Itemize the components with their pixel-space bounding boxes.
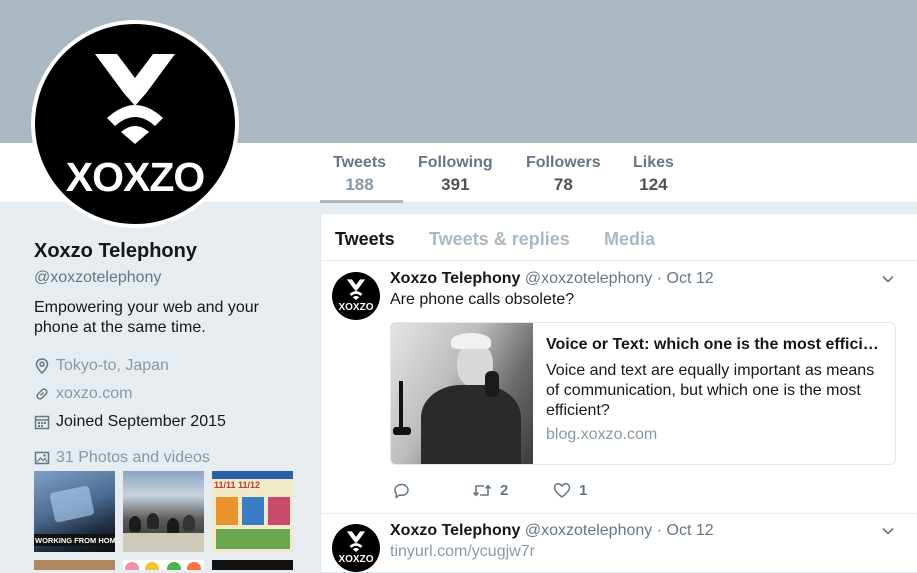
tab-tweets-replies[interactable]: Tweets & replies	[429, 229, 570, 250]
profile-handle[interactable]: @xoxzotelephony	[34, 269, 304, 287]
stat-following[interactable]: Following 391	[418, 154, 493, 195]
timeline: Tweets Tweets & replies Media XOXZO Xoxz…	[320, 213, 917, 573]
photo-thumbnail[interactable]	[123, 560, 204, 570]
tweet-author-handle[interactable]: @xoxzotelephony	[525, 270, 652, 287]
profile-joined: Joined September 2015	[34, 408, 304, 436]
card-description: Voice and text are equally important as …	[546, 362, 875, 419]
chevron-down-icon[interactable]	[881, 524, 895, 538]
tweet-avatar[interactable]: XOXZO	[332, 524, 380, 572]
reply-button[interactable]	[393, 482, 418, 499]
photo-thumbnail[interactable]	[123, 471, 204, 552]
stat-value: 391	[441, 175, 470, 194]
stat-label: Following	[418, 154, 493, 171]
profile-location: Tokyo-to, Japan	[34, 352, 304, 380]
stat-followers[interactable]: Followers 78	[526, 154, 601, 195]
joined-text: Joined September 2015	[56, 413, 226, 430]
tweet-date[interactable]: · Oct 12	[657, 270, 714, 287]
heart-icon	[553, 483, 571, 498]
photos-videos-link[interactable]: 31 Photos and videos	[34, 444, 304, 472]
tweet-divider	[321, 513, 917, 514]
photo-thumbnail[interactable]	[212, 560, 293, 570]
photo-thumbnail[interactable]	[34, 560, 115, 570]
tweet-avatar[interactable]: XOXZO	[332, 272, 380, 320]
calendar-icon	[34, 415, 50, 430]
profile-avatar[interactable]: XOXZO	[31, 20, 239, 228]
xoxzo-logo-icon	[346, 279, 366, 300]
like-count: 1	[579, 482, 588, 499]
link-card[interactable]: Voice or Text: which one is the most eff…	[390, 322, 896, 465]
xoxzo-logo-icon	[346, 531, 366, 552]
tweet-link[interactable]: tinyurl.com/ycugjw7r	[390, 543, 535, 561]
photo-caption: 11/11 11/12	[214, 480, 261, 490]
stat-label: Followers	[526, 154, 601, 171]
location-pin-icon	[35, 358, 49, 374]
retweet-icon	[472, 484, 492, 497]
website-link[interactable]: xoxzo.com	[56, 385, 132, 403]
tab-media[interactable]: Media	[604, 229, 655, 250]
avatar-wordmark: XOXZO	[338, 302, 374, 313]
tweet-header: Xoxzo Telephony @xoxzotelephony · Oct 12	[390, 522, 714, 540]
location-text: Tokyo-to, Japan	[56, 357, 169, 374]
link-icon	[36, 388, 48, 400]
photo-thumbnail[interactable]: 11/11 11/12	[212, 471, 293, 552]
tweet-date[interactable]: · Oct 12	[657, 522, 714, 539]
active-stat-indicator	[320, 200, 403, 203]
profile-sidebar: Xoxzo Telephony @xoxzotelephony Empoweri…	[34, 240, 304, 472]
like-button[interactable]: 1	[553, 482, 587, 499]
stat-value: 124	[639, 175, 668, 194]
stat-label: Likes	[633, 154, 674, 171]
photo-thumbnail[interactable]: WORKING FROM HOME	[34, 471, 115, 552]
photo-caption: WORKING FROM HOME	[35, 536, 115, 545]
tweet-actions: 2 1	[390, 482, 790, 506]
xoxzo-logo: XOXZO	[35, 24, 235, 224]
stat-tweets[interactable]: Tweets 188	[333, 154, 386, 195]
stat-label: Tweets	[333, 154, 387, 171]
image-icon	[34, 451, 50, 465]
stat-value: 188	[345, 175, 374, 194]
stat-value: 78	[553, 175, 573, 194]
tweet-author-name[interactable]: Xoxzo Telephony	[390, 270, 520, 287]
stat-likes[interactable]: Likes 124	[633, 154, 674, 195]
timeline-tabs: Tweets Tweets & replies Media	[321, 214, 917, 261]
reply-icon	[394, 483, 409, 499]
card-image	[391, 323, 533, 464]
retweet-count: 2	[500, 482, 509, 499]
avatar-wordmark: XOXZO	[65, 154, 206, 200]
tweet-author-handle[interactable]: @xoxzotelephony	[525, 522, 652, 539]
tab-tweets[interactable]: Tweets	[335, 229, 395, 250]
photos-label[interactable]: 31 Photos and videos	[56, 449, 210, 467]
retweet-button[interactable]: 2	[472, 482, 508, 499]
tweet-header: Xoxzo Telephony @xoxzotelephony · Oct 12	[390, 270, 714, 288]
avatar-wordmark: XOXZO	[338, 554, 374, 565]
tweet-author-name[interactable]: Xoxzo Telephony	[390, 522, 520, 539]
card-domain: blog.xoxzo.com	[546, 426, 658, 443]
profile-website[interactable]: xoxzo.com	[34, 380, 304, 408]
chevron-down-icon[interactable]	[881, 272, 895, 286]
profile-name[interactable]: Xoxzo Telephony	[34, 240, 304, 263]
tweet-text: Are phone calls obsolete?	[390, 291, 575, 308]
card-title[interactable]: Voice or Text: which one is the most eff…	[546, 336, 886, 354]
profile-bio: Empowering your web and your phone at th…	[34, 299, 260, 336]
